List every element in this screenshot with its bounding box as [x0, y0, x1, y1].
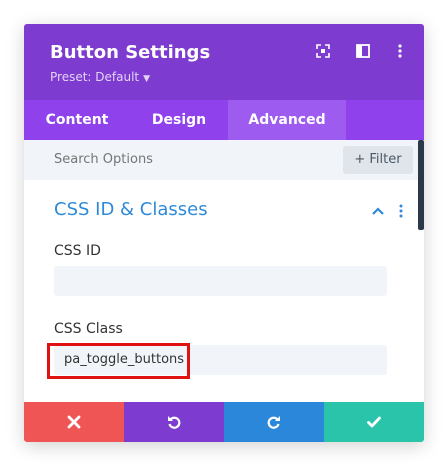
- css-id-field[interactable]: [54, 266, 387, 296]
- modal-header: Button Settings Preset: Default ▼: [24, 24, 424, 100]
- modal-footer: [24, 402, 424, 442]
- preset-selector[interactable]: Preset: Default ▼: [50, 70, 150, 84]
- section-kebab-icon[interactable]: [398, 204, 404, 218]
- split-view-icon[interactable]: [356, 44, 370, 58]
- caret-down-icon: ▼: [143, 74, 151, 84]
- css-id-label: CSS ID: [54, 243, 101, 259]
- cancel-button[interactable]: [24, 402, 124, 442]
- tab-advanced[interactable]: Advanced: [228, 100, 346, 140]
- preset-label: Preset: Default: [50, 70, 140, 84]
- undo-button[interactable]: [124, 402, 224, 442]
- scrollbar[interactable]: [418, 140, 424, 230]
- tab-design[interactable]: Design: [130, 100, 228, 140]
- tab-content[interactable]: Content: [24, 100, 130, 140]
- highlight-box: [47, 343, 190, 379]
- search-bar: + Filter: [24, 140, 424, 180]
- css-class-label: CSS Class: [54, 321, 123, 337]
- search-options-input[interactable]: [54, 152, 304, 167]
- check-icon: [367, 416, 381, 428]
- kebab-menu-icon[interactable]: [393, 44, 407, 58]
- redo-icon: [267, 416, 280, 429]
- settings-modal: Button Settings Preset: Default ▼ Content…: [24, 24, 424, 442]
- save-button[interactable]: [324, 402, 424, 442]
- filter-button[interactable]: + Filter: [343, 146, 413, 174]
- section-title[interactable]: CSS ID & Classes: [54, 199, 208, 220]
- redo-button[interactable]: [224, 402, 324, 442]
- close-icon: [67, 415, 81, 429]
- tab-bar: Content Design Advanced: [24, 100, 424, 140]
- modal-title: Button Settings: [50, 42, 211, 63]
- chevron-up-icon[interactable]: [372, 207, 384, 215]
- undo-icon: [168, 416, 181, 429]
- expand-icon[interactable]: [316, 44, 330, 58]
